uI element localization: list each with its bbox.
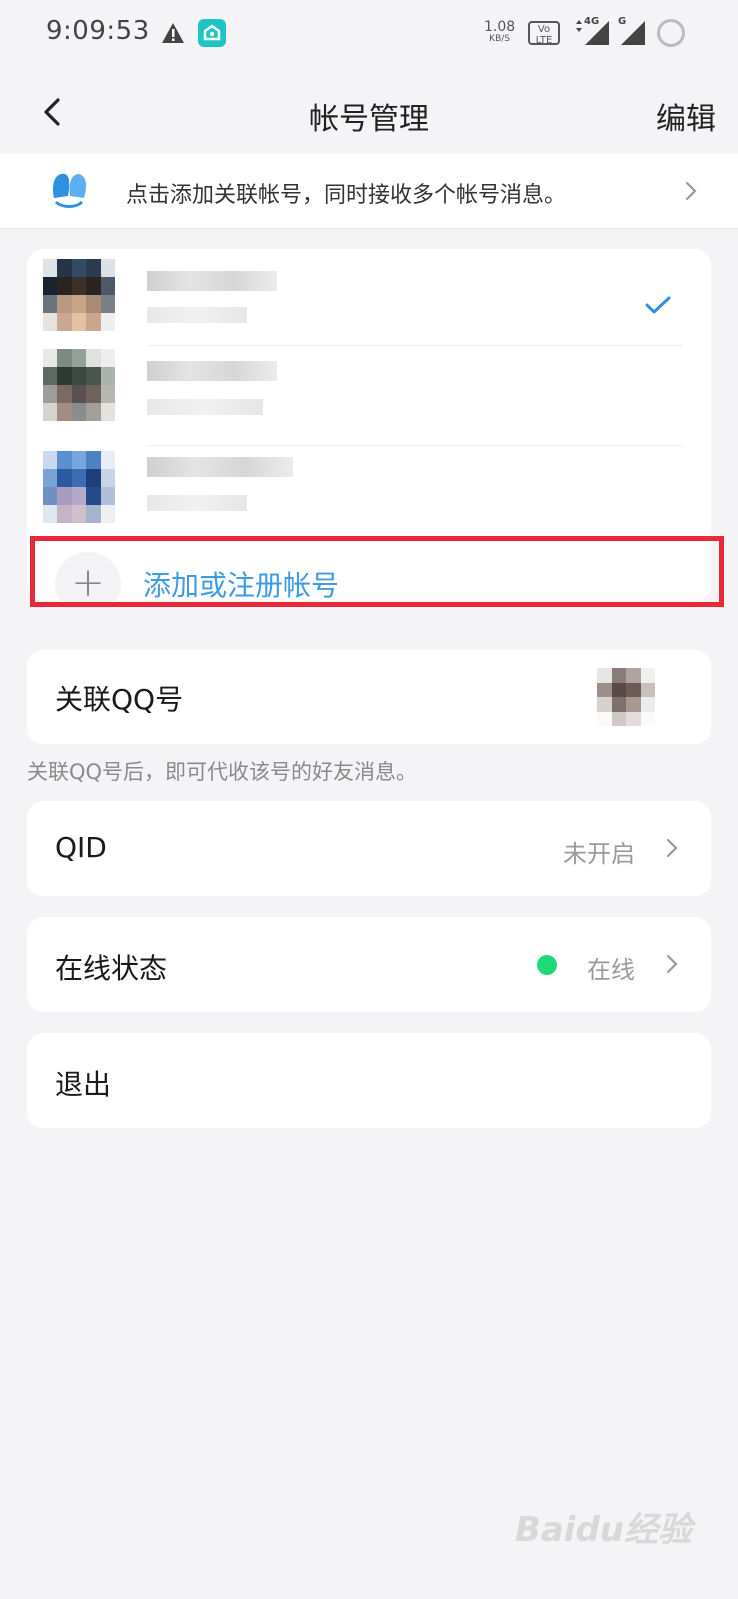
signal-g-icon: G [618, 16, 646, 46]
chevron-right-icon [666, 954, 678, 974]
logout-label: 退出 [55, 1068, 112, 1101]
signal-g-label: G [618, 16, 627, 27]
avatar [43, 259, 115, 331]
account-item[interactable] [27, 259, 711, 359]
online-dot-icon [537, 955, 557, 975]
chevron-right-icon [666, 838, 678, 858]
warning-icon [162, 23, 184, 43]
divider [147, 345, 683, 346]
online-status-row[interactable]: 在线状态 在线 [27, 917, 711, 1012]
network-speed-unit: KB/S [489, 34, 510, 44]
qid-label: QID [55, 831, 107, 864]
checkmark-icon [645, 296, 671, 314]
online-status-value: 在线 [587, 956, 635, 984]
account-id-blurred [147, 399, 263, 415]
account-id-blurred [147, 307, 247, 323]
logout-row[interactable]: 退出 [27, 1033, 711, 1128]
avatar [43, 451, 115, 523]
signal-4g-icon: 4G [574, 16, 610, 46]
qid-row[interactable]: QID 未开启 [27, 801, 711, 896]
edit-button[interactable]: 编辑 [656, 94, 716, 138]
network-speed-value: 1.08 [484, 19, 516, 35]
highlight-box [30, 536, 724, 607]
baidu-watermark: Baidu经验 [514, 1510, 692, 1550]
page-title: 帐号管理 [309, 102, 429, 137]
chevron-right-icon [685, 181, 697, 201]
status-time: 9:09:53 [46, 16, 150, 46]
account-name-blurred [147, 457, 293, 477]
account-name-blurred [147, 271, 277, 291]
double-penguin-icon [52, 173, 87, 208]
banner-text: 点击添加关联帐号，同时接收多个帐号消息。 [126, 183, 567, 208]
volte-top: Vo [537, 24, 551, 35]
linked-qq-label: 关联QQ号 [55, 683, 184, 716]
account-id-blurred [147, 495, 247, 511]
avatar [43, 349, 115, 421]
volte-bottom: LTE [535, 35, 553, 46]
linked-qq-avatar [597, 668, 655, 726]
account-item[interactable] [27, 349, 711, 449]
volte-icon: Vo LTE [528, 21, 560, 46]
account-name-blurred [147, 361, 277, 381]
link-account-banner[interactable]: 点击添加关联帐号，同时接收多个帐号消息。 [0, 154, 738, 229]
online-status-label: 在线状态 [55, 952, 168, 985]
battery-ring-icon [657, 19, 685, 47]
network-speed: 1.08 KB/S [484, 20, 515, 44]
signal-4g-label: 4G [584, 16, 600, 27]
app-notification-icon [198, 19, 226, 47]
divider [147, 445, 683, 446]
linked-qq-row[interactable]: 关联QQ号 [27, 650, 711, 744]
qid-value: 未开启 [563, 840, 635, 868]
linked-qq-hint: 关联QQ号后，即可代收该号的好友消息。 [27, 760, 418, 784]
